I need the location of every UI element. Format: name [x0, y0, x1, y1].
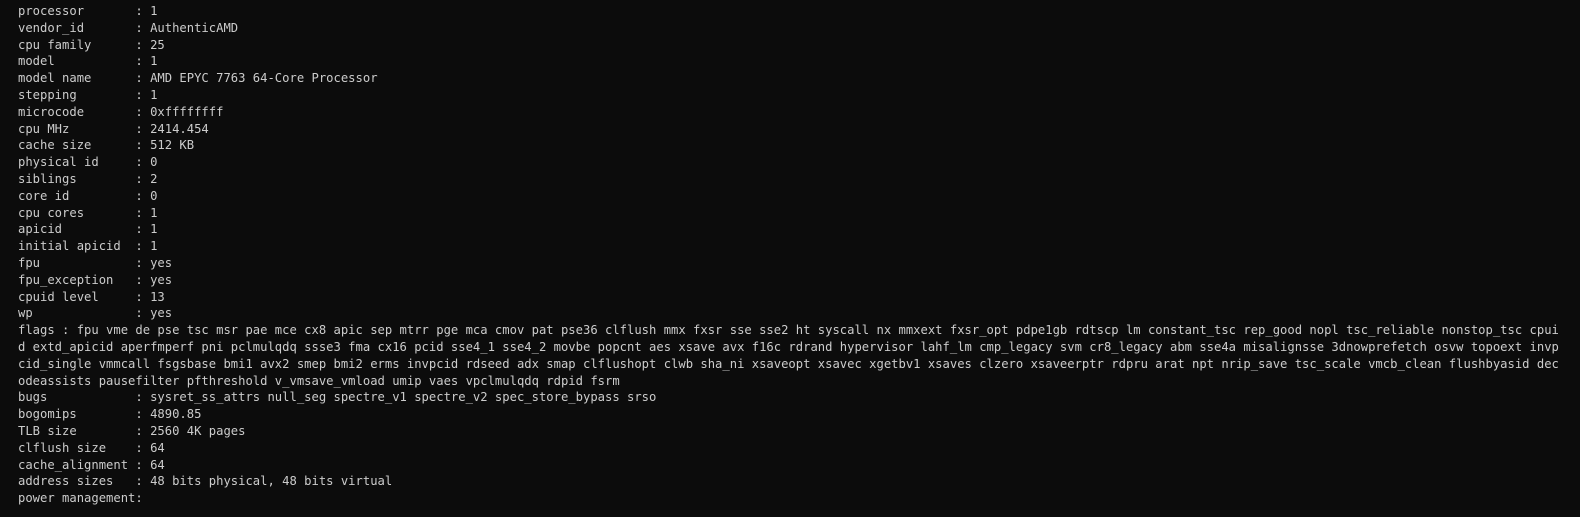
cpuinfo-line: model : 1 [18, 54, 158, 69]
cpuinfo-flags-line: flags : fpu vme de pse tsc msr pae mce c… [18, 323, 1559, 388]
cpuinfo-line: power management: [18, 491, 143, 506]
cpuinfo-line: address sizes : 48 bits physical, 48 bit… [18, 474, 393, 489]
cpuinfo-line: cache_alignment : 64 [18, 457, 165, 472]
cpuinfo-line: physical id : 0 [18, 155, 158, 170]
cpuinfo-line: model name : AMD EPYC 7763 64-Core Proce… [18, 71, 378, 86]
cpuinfo-line: bogomips : 4890.85 [18, 407, 202, 422]
cpuinfo-line: TLB size : 2560 4K pages [18, 423, 246, 438]
cpuinfo-line: siblings : 2 [18, 171, 158, 186]
terminal-output[interactable]: processor : 1 vendor_id : AuthenticAMD c… [0, 0, 1580, 517]
cpuinfo-line: wp : yes [18, 306, 173, 321]
cpuinfo-line: cpu family : 25 [18, 37, 165, 52]
cpuinfo-line: bugs : sysret_ss_attrs null_seg spectre_… [18, 390, 657, 405]
cpuinfo-line: initial apicid : 1 [18, 239, 158, 254]
cpuinfo-line: core id : 0 [18, 188, 158, 203]
cpuinfo-line: vendor_id : AuthenticAMD [18, 20, 239, 35]
cpuinfo-line: apicid : 1 [18, 222, 158, 237]
cpuinfo-line: cpu MHz : 2414.454 [18, 121, 209, 136]
cpuinfo-line: processor : 1 [18, 4, 158, 18]
cpuinfo-line: cpuid level : 13 [18, 289, 165, 304]
cpuinfo-line: fpu_exception : yes [18, 272, 173, 287]
cpuinfo-line: microcode : 0xffffffff [18, 104, 224, 119]
cpuinfo-line: cache size : 512 KB [18, 138, 195, 153]
cpuinfo-line: fpu : yes [18, 255, 173, 270]
cpuinfo-line: stepping : 1 [18, 87, 158, 102]
cpuinfo-line: clflush size : 64 [18, 440, 165, 455]
cpuinfo-line: cpu cores : 1 [18, 205, 158, 220]
